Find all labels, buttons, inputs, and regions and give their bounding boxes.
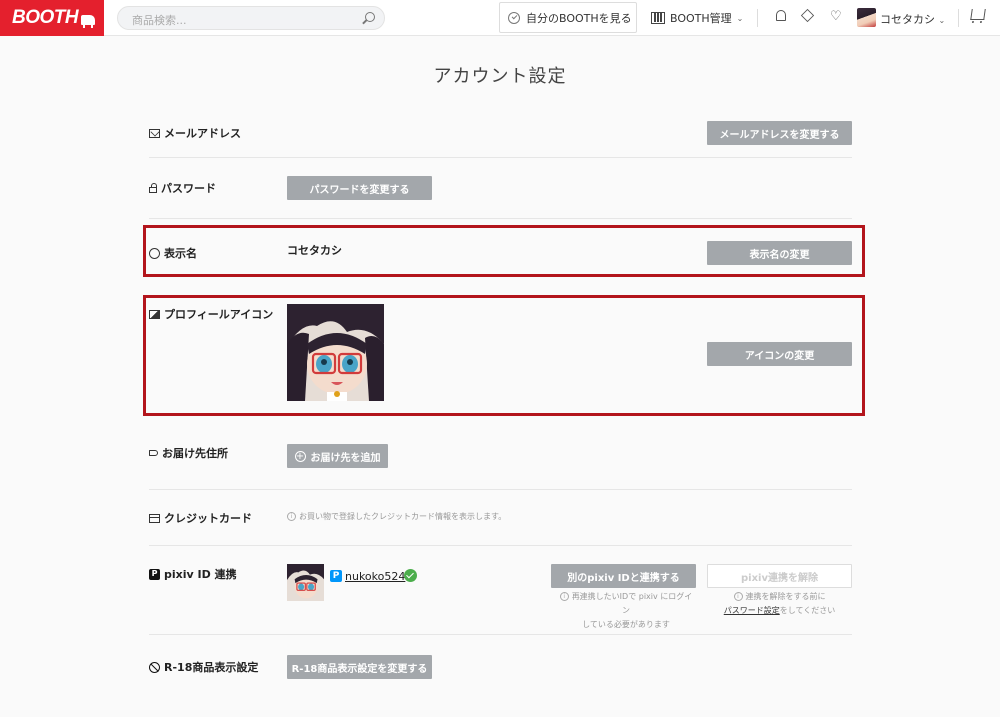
password-label: パスワード [161, 182, 216, 195]
header-divider [958, 9, 959, 27]
pixiv-badge-icon: P [330, 570, 342, 582]
unlink-note: i 連携を解除をする前に パスワード設定をしてください [707, 590, 852, 618]
chevron-down-icon: ⌄ [736, 13, 744, 23]
verified-check-icon [404, 569, 417, 582]
change-r18-button[interactable]: R-18商品表示設定を変更する [287, 655, 432, 679]
shop-icon [651, 12, 665, 24]
cart-icon[interactable] [970, 9, 986, 20]
info-icon: i [287, 512, 296, 521]
change-icon-button[interactable]: アイコンの変更 [707, 342, 852, 366]
row-divider [149, 489, 852, 490]
username-label: コセタカシ [880, 13, 935, 26]
info-icon: i [559, 592, 569, 601]
row-divider [149, 545, 852, 546]
profile-icon-row-label: プロフィールアイコン [149, 306, 273, 322]
user-menu[interactable]: コセタカシ ⌄ [880, 11, 945, 27]
credit-card-icon [149, 513, 160, 523]
package-icon[interactable] [800, 8, 815, 23]
booth-manage-menu[interactable]: BOOTH管理 ⌄ [651, 10, 743, 26]
row-divider [149, 634, 852, 635]
credit-card-note: i お買い物で登録したクレジットカード情報を表示します。 [287, 510, 506, 524]
search-icon[interactable] [365, 12, 375, 22]
relink-note-1: 再連携したいIDで pixiv にログイン [571, 592, 693, 615]
r18-label: R-18商品表示設定 [164, 661, 259, 674]
anime-girl-avatar-icon [287, 564, 324, 601]
mail-icon [149, 128, 160, 138]
booth-logo[interactable]: BOOTH [0, 0, 104, 36]
my-booth-label: 自分のBOOTHを見る [526, 11, 632, 25]
password-row-label: パスワード [149, 180, 216, 196]
top-header: BOOTH 商品検索... 自分のBOOTHを見る BOOTH管理 ⌄ ♡ コセ… [0, 0, 1000, 36]
email-row-label: メールアドレス [149, 125, 241, 141]
change-email-button[interactable]: メールアドレスを変更する [707, 121, 852, 145]
unlink-note-1: 連携を解除をする前に [745, 592, 826, 601]
password-settings-link[interactable]: パスワード設定 [724, 606, 780, 615]
row-divider [149, 157, 852, 158]
search-input[interactable]: 商品検索... [117, 6, 385, 30]
pixiv-label: pixiv ID 連携 [164, 568, 237, 581]
pixiv-avatar [287, 564, 324, 601]
bell-icon[interactable] [776, 10, 786, 21]
relink-note-2: している必要があります [582, 620, 670, 629]
change-password-button[interactable]: パスワードを変更する [287, 176, 432, 200]
r18-row-label: R-18商品表示設定 [149, 659, 258, 675]
profile-icon-image [287, 304, 384, 401]
info-icon: i [733, 592, 743, 601]
add-address-label: お届け先を追加 [310, 452, 381, 464]
dog-icon [81, 14, 96, 28]
relink-note: i 再連携したいIDで pixiv にログイン している必要があります [556, 590, 696, 632]
my-booth-button[interactable]: 自分のBOOTHを見る [499, 2, 637, 33]
display-name-value: コセタカシ [287, 244, 342, 257]
heart-icon[interactable]: ♡ [830, 10, 844, 24]
search-placeholder: 商品検索... [132, 14, 187, 27]
credit-card-note-text: お買い物で登録したクレジットカード情報を表示します。 [299, 512, 507, 521]
unlink-pixiv-button[interactable]: pixiv連携を解除 [707, 564, 852, 588]
address-label: お届け先住所 [162, 447, 228, 460]
pixiv-row-label: P pixiv ID 連携 [149, 566, 237, 582]
anime-girl-avatar-icon [287, 304, 384, 401]
add-address-button[interactable]: + お届け先を追加 [287, 444, 388, 468]
display-name-row-label: 表示名 [149, 245, 197, 261]
booth-manage-label: BOOTH管理 [670, 12, 732, 25]
signpost-icon [149, 450, 158, 456]
pixiv-account-link[interactable]: nukoko524 [345, 570, 405, 583]
relink-pixiv-button[interactable]: 別のpixiv IDと連携する [551, 564, 696, 588]
check-circle-icon [508, 11, 520, 24]
header-divider [757, 9, 758, 27]
user-avatar[interactable] [857, 8, 876, 27]
unlink-note-2: をしてください [779, 606, 836, 615]
email-label: メールアドレス [164, 127, 241, 140]
plus-circle-icon: + [294, 450, 306, 462]
image-icon [149, 309, 160, 319]
credit-card-label: クレジットカード [164, 512, 252, 525]
row-divider [149, 218, 852, 219]
smile-icon [149, 247, 160, 259]
chevron-down-icon: ⌄ [938, 16, 946, 25]
credit-card-row-label: クレジットカード [149, 510, 252, 526]
address-row-label: お届け先住所 [149, 445, 228, 461]
ban-icon [149, 661, 160, 673]
pixiv-icon: P [149, 568, 160, 580]
change-display-name-button[interactable]: 表示名の変更 [707, 241, 852, 265]
page-title: アカウント設定 [433, 66, 567, 87]
profile-icon-label: プロフィールアイコン [164, 308, 274, 321]
logo-text: BOOTH [12, 7, 79, 28]
lock-icon [149, 182, 157, 193]
display-name-label: 表示名 [164, 247, 197, 260]
